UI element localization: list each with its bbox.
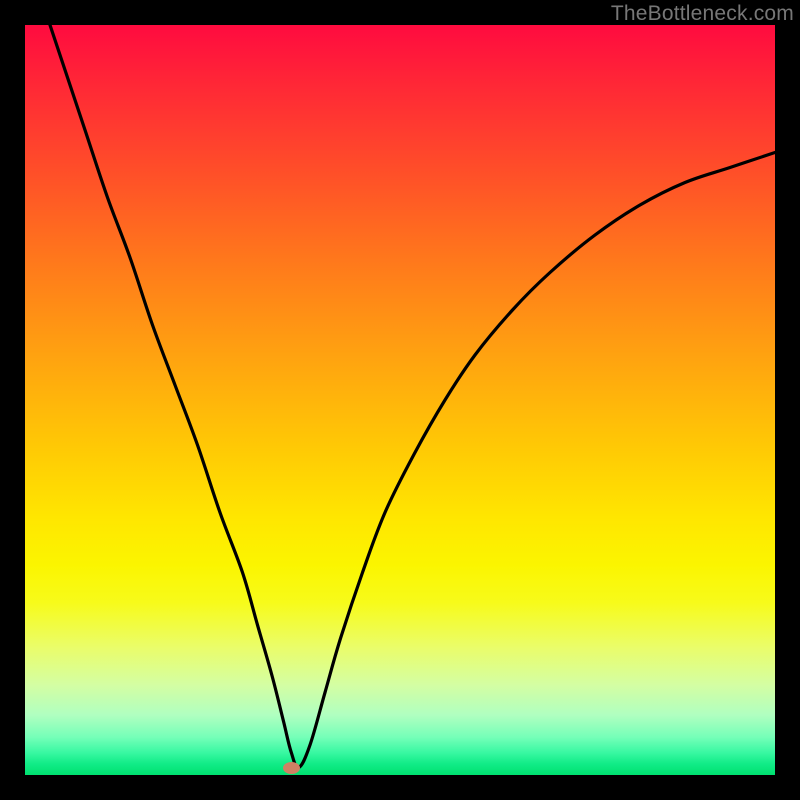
bottleneck-curve bbox=[25, 25, 775, 775]
optimum-marker bbox=[283, 762, 300, 774]
chart-stage: TheBottleneck.com bbox=[0, 0, 800, 800]
plot-area bbox=[25, 25, 775, 775]
watermark-text: TheBottleneck.com bbox=[611, 2, 794, 26]
